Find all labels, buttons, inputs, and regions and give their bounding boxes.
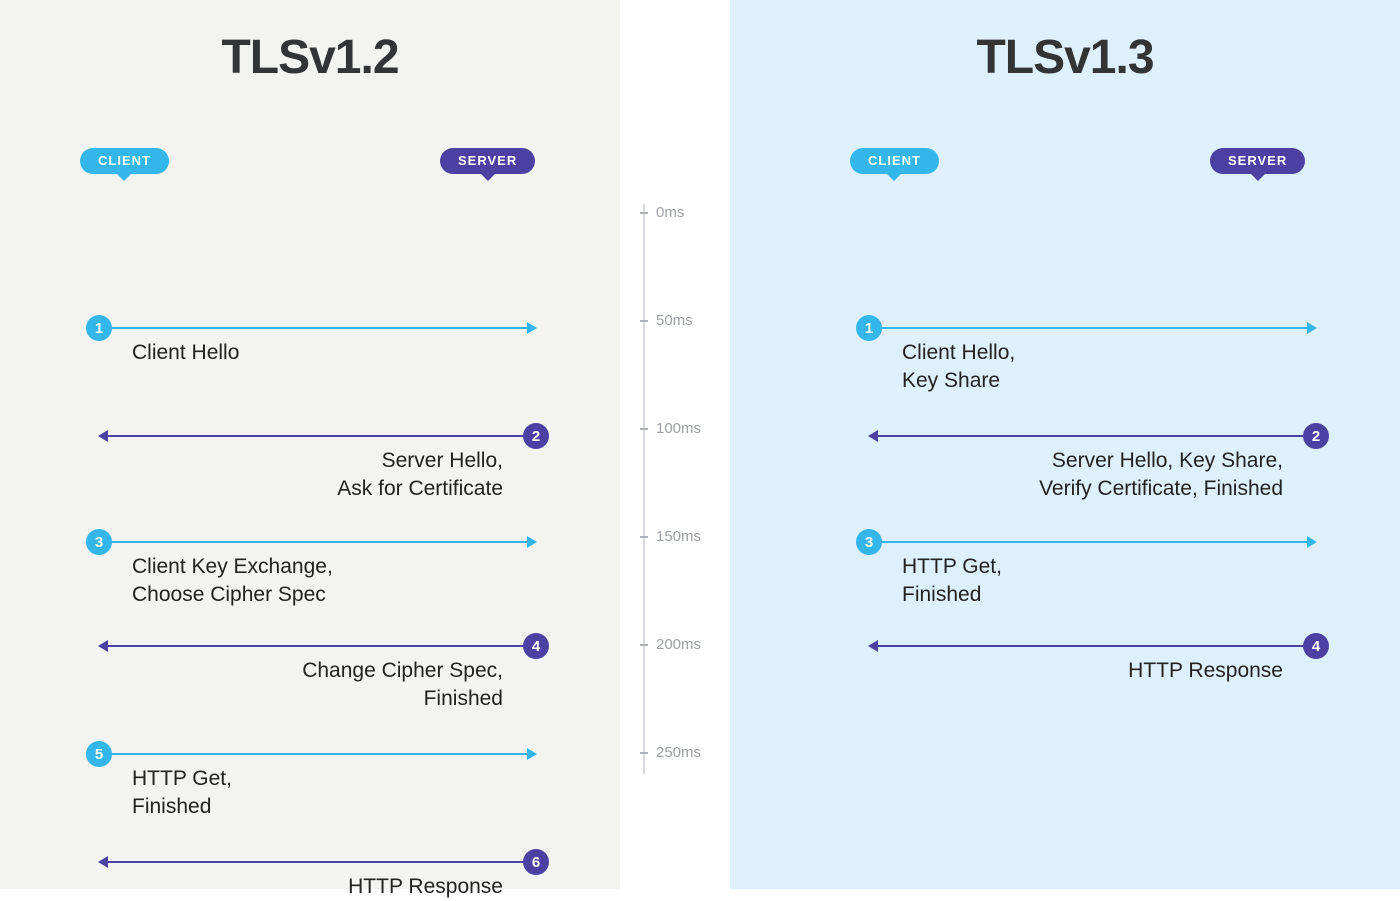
step-label: HTTP Get, Finished xyxy=(100,765,535,822)
step-number: 2 xyxy=(523,423,549,449)
tick-mark xyxy=(640,320,648,322)
arrow-right-icon xyxy=(100,541,535,543)
tick-mark xyxy=(640,536,648,538)
step-number: 4 xyxy=(1303,633,1329,659)
panel-tls12: TLSv1.2 CLIENT SERVER 1Client Hello 2Serv… xyxy=(0,0,620,889)
step-3: 3HTTP Get, Finished xyxy=(870,541,1315,610)
server-pill-left: SERVER xyxy=(440,148,535,174)
client-pill-right: CLIENT xyxy=(850,148,939,174)
arrow-left-icon xyxy=(100,645,535,647)
tick-mark xyxy=(640,428,648,430)
panel-tls13: TLSv1.3 CLIENT SERVER 1Client Hello, Key… xyxy=(730,0,1400,889)
step-number: 1 xyxy=(86,315,112,341)
step-label: HTTP Response xyxy=(870,657,1315,685)
step-label: Server Hello, Ask for Certificate xyxy=(100,447,535,504)
step-number: 1 xyxy=(856,315,882,341)
tick-mark xyxy=(640,644,648,646)
tick-100ms: 100ms xyxy=(640,420,701,437)
tick-label: 150ms xyxy=(656,528,701,545)
tick-150ms: 150ms xyxy=(640,528,701,545)
client-pill-left: CLIENT xyxy=(80,148,169,174)
step-label: Server Hello, Key Share, Verify Certific… xyxy=(870,447,1315,504)
tick-200ms: 200ms xyxy=(640,636,701,653)
server-pill-right: SERVER xyxy=(1210,148,1305,174)
tick-50ms: 50ms xyxy=(640,312,693,329)
step-number: 5 xyxy=(86,741,112,767)
step-5: 5HTTP Get, Finished xyxy=(100,753,535,822)
timeline-gap: 0ms 50ms 100ms 150ms 200ms 250ms xyxy=(620,0,730,889)
arrow-right-icon xyxy=(100,753,535,755)
step-2: 2Server Hello, Ask for Certificate xyxy=(100,435,535,504)
tick-mark xyxy=(640,212,648,214)
step-number: 3 xyxy=(856,529,882,555)
arrow-left-icon xyxy=(100,861,535,863)
step-label: Client Hello, Key Share xyxy=(870,339,1315,396)
arrow-right-icon xyxy=(100,327,535,329)
tick-label: 100ms xyxy=(656,420,701,437)
arrow-left-icon xyxy=(870,645,1315,647)
tick-mark xyxy=(640,752,648,754)
step-1: 1Client Hello, Key Share xyxy=(870,327,1315,396)
tick-label: 0ms xyxy=(656,204,684,221)
step-number: 2 xyxy=(1303,423,1329,449)
tick-label: 250ms xyxy=(656,744,701,761)
step-1: 1Client Hello xyxy=(100,327,535,367)
arrow-left-icon xyxy=(100,435,535,437)
step-number: 4 xyxy=(523,633,549,659)
tick-label: 200ms xyxy=(656,636,701,653)
title-tls13: TLSv1.3 xyxy=(730,30,1400,85)
arrow-right-icon xyxy=(870,541,1315,543)
step-number: 3 xyxy=(86,529,112,555)
tick-250ms: 250ms xyxy=(640,744,701,761)
arrow-left-icon xyxy=(870,435,1315,437)
step-4: 4HTTP Response xyxy=(870,645,1315,685)
step-label: Change Cipher Spec, Finished xyxy=(100,657,535,714)
step-4: 4Change Cipher Spec, Finished xyxy=(100,645,535,714)
step-number: 6 xyxy=(523,849,549,875)
step-label: HTTP Get, Finished xyxy=(870,553,1315,610)
step-2: 2Server Hello, Key Share, Verify Certifi… xyxy=(870,435,1315,504)
step-label: Client Hello xyxy=(100,339,535,367)
step-label: HTTP Response xyxy=(100,873,535,901)
axis-line xyxy=(643,204,645,774)
arrow-right-icon xyxy=(870,327,1315,329)
tick-0ms: 0ms xyxy=(640,204,684,221)
step-label: Client Key Exchange, Choose Cipher Spec xyxy=(100,553,535,610)
tick-label: 50ms xyxy=(656,312,693,329)
step-6: 6HTTP Response xyxy=(100,861,535,901)
step-3: 3Client Key Exchange, Choose Cipher Spec xyxy=(100,541,535,610)
title-tls12: TLSv1.2 xyxy=(0,30,620,85)
